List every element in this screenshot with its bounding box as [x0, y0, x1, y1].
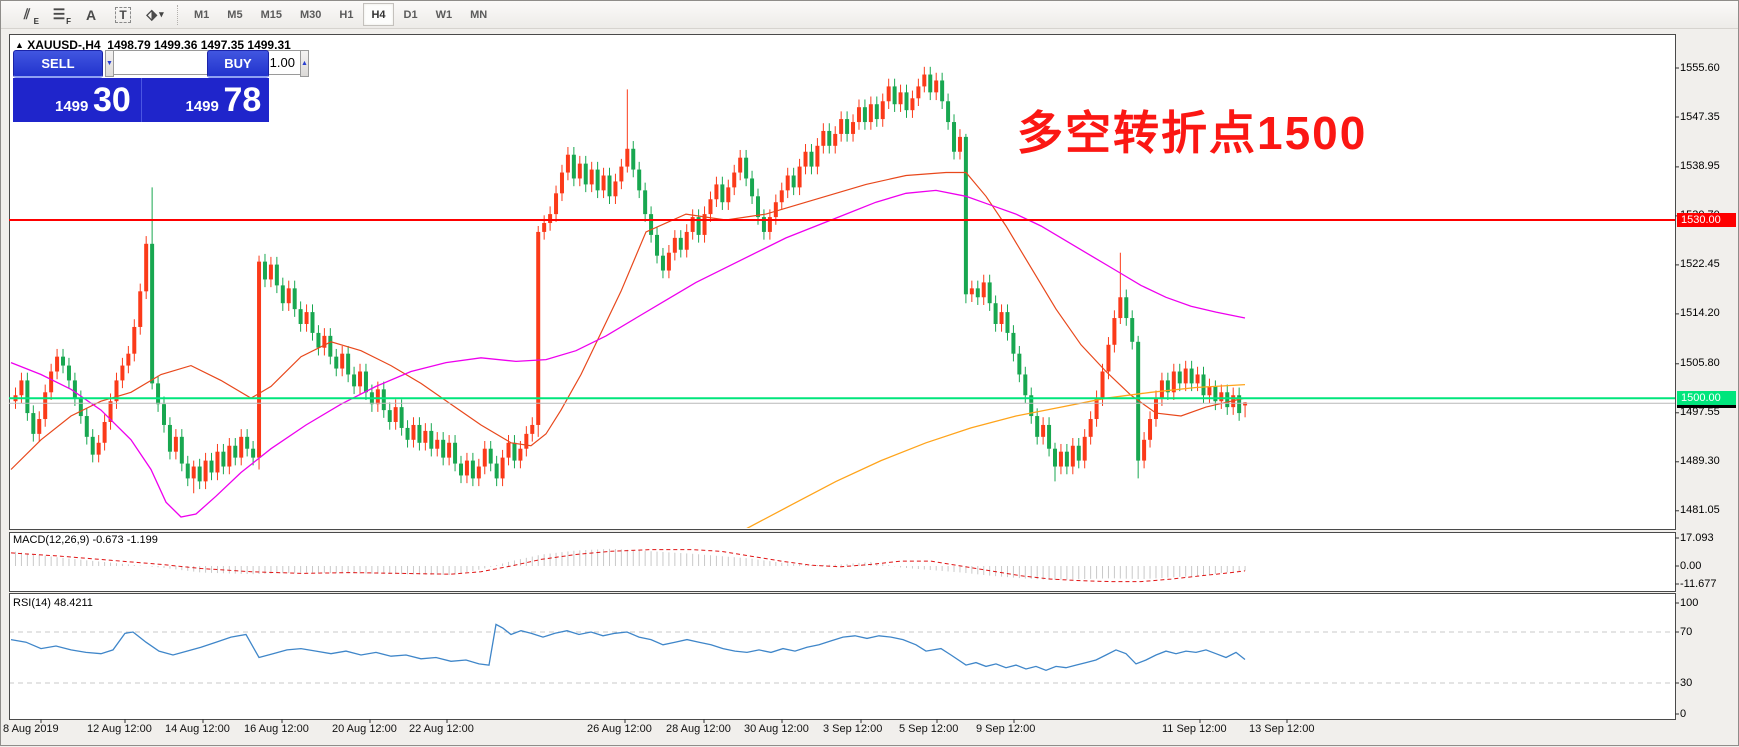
sell-price-pips: 30 [93, 81, 131, 120]
date-tick-label: 5 Sep 12:00 [899, 723, 958, 735]
date-tick-label: 8 Aug 2019 [3, 723, 59, 735]
price-tick-label: 1481.05 [1680, 504, 1720, 516]
macd-tick-label: 0.00 [1680, 560, 1701, 572]
macd-tick-label: 17.093 [1680, 532, 1714, 544]
mt4-window: ⫽E☰FAT⬗▾M1M5M15M30H1H4D1W1MN ▲ XAUUSD-,H… [0, 0, 1739, 746]
rsi-tick-label: 100 [1680, 597, 1698, 609]
sell-button[interactable]: SELL [13, 50, 103, 78]
rsi-panel [10, 594, 1676, 720]
buy-price[interactable]: 1499 78 [142, 78, 270, 122]
quote-display: 1499 30 1499 78 [13, 78, 269, 122]
buy-price-pips: 78 [224, 81, 262, 120]
macd-indicator-label: MACD(12,26,9) -0.673 -1.199 [13, 534, 158, 546]
date-tick-label: 14 Aug 12:00 [165, 723, 230, 735]
date-tick-label: 20 Aug 12:00 [332, 723, 397, 735]
price-tick-label: 1538.95 [1680, 160, 1720, 172]
volume-stepper: ▼ ▲ [105, 50, 205, 77]
rsi-indicator-label: RSI(14) 48.4211 [13, 597, 93, 609]
date-tick-label: 3 Sep 12:00 [823, 723, 882, 735]
date-tick-label: 30 Aug 12:00 [744, 723, 809, 735]
price-tick-label: 1555.60 [1680, 62, 1720, 74]
rsi-tick-label: 0 [1680, 708, 1686, 720]
one-click-trading-panel: SELL ▼ ▲ BUY 1499 30 1499 78 [13, 50, 269, 122]
sell-price[interactable]: 1499 30 [13, 78, 142, 122]
date-tick-label: 13 Sep 12:00 [1249, 723, 1314, 735]
date-tick-label: 16 Aug 12:00 [244, 723, 309, 735]
volume-increase-button[interactable]: ▲ [300, 50, 309, 77]
rsi-tick-label: 30 [1680, 677, 1692, 689]
price-tick-label: 1522.45 [1680, 258, 1720, 270]
date-tick-label: 9 Sep 12:00 [976, 723, 1035, 735]
price-tick-label: 1547.35 [1680, 111, 1720, 123]
date-tick-label: 26 Aug 12:00 [587, 723, 652, 735]
buy-button[interactable]: BUY [207, 50, 269, 78]
collapse-panel-icon[interactable]: ▲ [15, 40, 24, 50]
rsi-tick-label: 70 [1680, 626, 1692, 638]
macd-panel [10, 533, 1676, 592]
hline-price-tag-1530.00: 1530.00 [1677, 213, 1736, 227]
date-tick-label: 22 Aug 12:00 [409, 723, 474, 735]
volume-decrease-button[interactable]: ▼ [105, 50, 114, 77]
macd-tick-label: -11.677 [1680, 578, 1717, 590]
sell-price-stem: 1499 [55, 98, 88, 115]
date-tick-label: 28 Aug 12:00 [666, 723, 731, 735]
price-tick-label: 1514.20 [1680, 307, 1720, 319]
chart-annotation-text: 多空转折点1500 [1017, 97, 1367, 163]
date-tick-label: 12 Aug 12:00 [87, 723, 152, 735]
hline-price-tag-1500.00: 1500.00 [1677, 391, 1736, 405]
price-tick-label: 1489.30 [1680, 455, 1720, 467]
date-tick-label: 11 Sep 12:00 [1162, 723, 1227, 735]
buy-price-stem: 1499 [186, 98, 219, 115]
price-tick-label: 1505.80 [1680, 357, 1720, 369]
